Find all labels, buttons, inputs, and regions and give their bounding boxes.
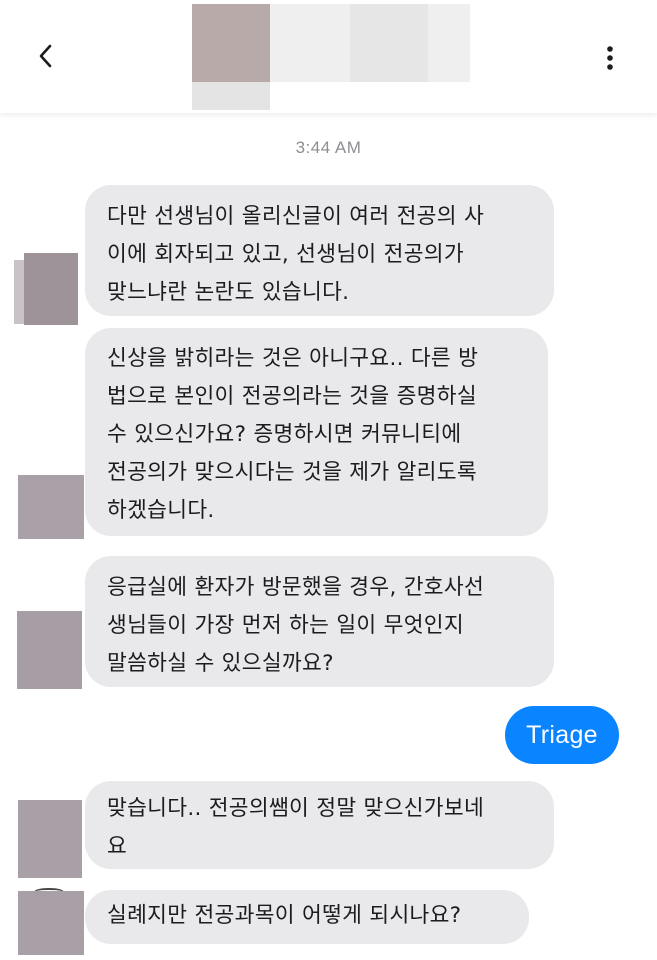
message-line: 수 있으신가요? 증명하시면 커뮤니티에 xyxy=(107,422,462,447)
chevron-left-icon xyxy=(39,44,52,68)
vertical-ellipsis-icon xyxy=(607,46,613,70)
message-line: 실례지만 전공과목이 어떻게 되시나요? xyxy=(107,903,462,928)
incoming-message[interactable]: 다만 선생님이 올리신글이 여러 전공의 사 이에 회자되고 있고, 선생님이 … xyxy=(85,185,554,316)
redacted-avatar xyxy=(18,891,84,955)
message-line: 말씀하실 수 있으실까요? xyxy=(107,651,334,676)
redacted-contact-name xyxy=(270,4,350,82)
message-line: 다만 선생님이 올리신글이 여러 전공의 사 xyxy=(107,204,485,229)
redacted-avatar xyxy=(18,475,84,539)
message-line: 생님들이 가장 먼저 하는 일이 무엇인지 xyxy=(107,613,464,638)
incoming-message[interactable]: 맞습니다.. 전공의쌤이 정말 맞으신가보네 요 xyxy=(85,781,554,869)
message-line: 응급실에 환자가 방문했을 경우, 간호사선 xyxy=(107,575,485,600)
message-line: 하겠습니다. xyxy=(107,498,215,523)
message-timestamp: 3:44 AM xyxy=(295,138,362,157)
message-line: 맞느냐란 논란도 있습니다. xyxy=(107,280,350,305)
redacted-avatar xyxy=(17,611,82,689)
redacted-avatar xyxy=(24,253,78,325)
message-line: 이에 회자되고 있고, 선생님이 전공의가 xyxy=(107,242,464,267)
redacted-avatar xyxy=(18,800,82,878)
message-text: Triage xyxy=(526,720,598,749)
incoming-message[interactable]: 신상을 밝히라는 것은 아니구요.. 다른 방 법으로 본인이 전공의라는 것을… xyxy=(85,328,548,536)
message-line: 법으로 본인이 전공의라는 것을 증명하실 xyxy=(107,384,477,409)
redacted-profile-photo xyxy=(192,4,270,82)
message-line: 신상을 밝히라는 것은 아니구요.. 다른 방 xyxy=(107,346,479,371)
chat-screen: 3:44 AM 다만 선생님이 올리신글이 여러 전공의 사 이에 회자되고 있… xyxy=(0,0,657,960)
redacted-contact-name xyxy=(428,4,470,82)
chat-header xyxy=(0,0,657,113)
redacted-contact-name xyxy=(350,4,428,82)
message-line: 요 xyxy=(107,834,128,859)
more-options-button[interactable] xyxy=(592,38,628,78)
message-line: 전공의가 맞으시다는 것을 제가 알리도록 xyxy=(107,460,477,485)
incoming-message[interactable]: 응급실에 환자가 방문했을 경우, 간호사선 생님들이 가장 먼저 하는 일이 … xyxy=(85,556,554,687)
back-button[interactable] xyxy=(26,36,66,76)
redacted-contact-detail xyxy=(192,82,270,110)
outgoing-message[interactable]: Triage xyxy=(505,706,619,764)
message-line: 맞습니다.. 전공의쌤이 정말 맞으신가보네 xyxy=(107,796,485,821)
incoming-message[interactable]: 실례지만 전공과목이 어떻게 되시나요? xyxy=(85,890,529,944)
